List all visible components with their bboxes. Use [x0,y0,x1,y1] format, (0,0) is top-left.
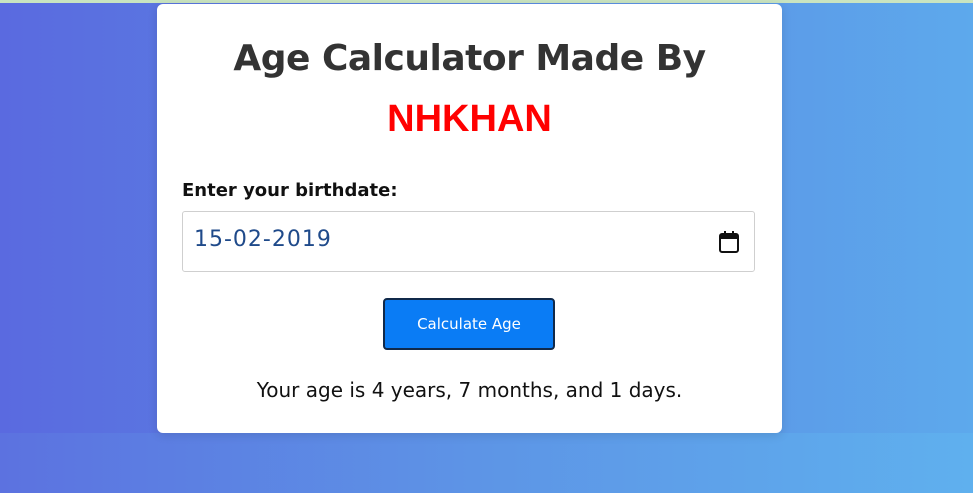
birthdate-value[interactable]: 15-02-2019 [194,227,332,252]
calculate-age-button[interactable]: Calculate Age [383,298,555,350]
page-background-lower [0,433,973,493]
calendar-icon[interactable] [718,230,740,254]
author-name: NHKHAN [387,98,552,140]
birthdate-label: Enter your birthdate: [182,180,398,201]
birthdate-input[interactable]: 15-02-2019 [182,211,755,272]
calculator-card: Age Calculator Made By NHKHAN Enter your… [157,4,782,433]
page-title: Age Calculator Made By [233,38,706,79]
top-strip [0,0,973,3]
age-result: Your age is 4 years, 7 months, and 1 day… [256,378,683,402]
